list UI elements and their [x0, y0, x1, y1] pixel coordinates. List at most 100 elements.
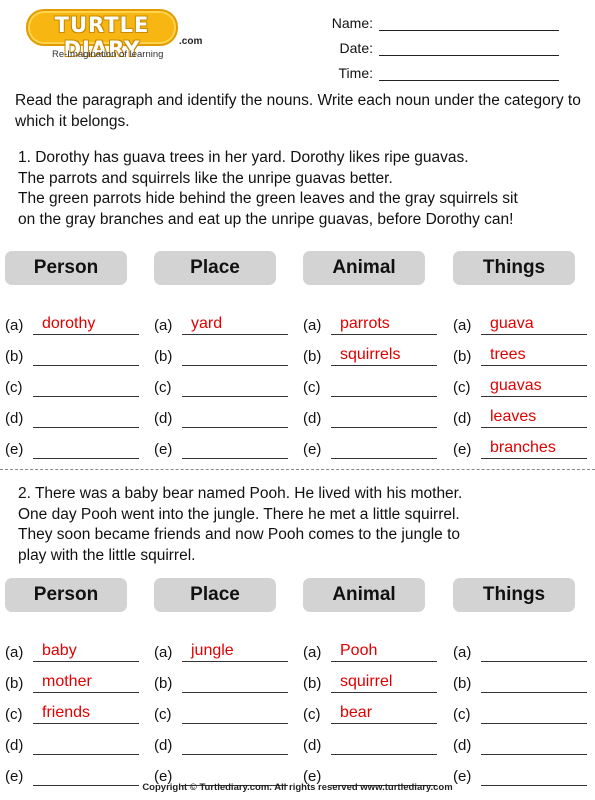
date-field[interactable]: [379, 40, 559, 56]
instructions: Read the paragraph and identify the noun…: [15, 92, 581, 130]
answer-row: (c): [154, 693, 294, 724]
answer-blank[interactable]: [481, 640, 587, 662]
answer-row: (a) dorothy: [5, 304, 145, 335]
answer-blank[interactable]: [182, 375, 288, 397]
answer-row: (b) trees: [453, 335, 593, 366]
name-label: Name:: [331, 15, 373, 31]
answer-row: (b): [5, 335, 145, 366]
answer-blank[interactable]: [182, 406, 288, 428]
answer-blank[interactable]: squirrels: [331, 344, 437, 366]
answer-row: (b): [154, 335, 294, 366]
answer-label: (e): [453, 441, 472, 458]
paragraph-1: 1. Dorothy has guava trees in her yard. …: [18, 148, 588, 230]
category-header: Things: [453, 251, 575, 285]
answer-row: (b): [453, 662, 593, 693]
answer-label: (b): [453, 348, 472, 365]
category-column-person: Person (a) dorothy (b) (c) (d) (e): [5, 251, 145, 459]
answer-text: mother: [42, 673, 92, 690]
answer-blank[interactable]: [331, 437, 437, 459]
answer-list: (a) jungle (b) (c) (d) (e): [154, 631, 294, 786]
answer-blank[interactable]: [481, 702, 587, 724]
answer-text: squirrels: [340, 346, 401, 363]
paragraph-line: The green parrots hide behind the green …: [18, 190, 518, 207]
answer-text: guavas: [490, 377, 542, 394]
answer-blank[interactable]: [182, 344, 288, 366]
answer-blank[interactable]: [481, 671, 587, 693]
answer-blank[interactable]: squirrel: [331, 671, 437, 693]
answer-blank[interactable]: leaves: [481, 406, 587, 428]
answer-row: (e) branches: [453, 428, 593, 459]
category-header: Animal: [303, 578, 425, 612]
answer-list: (a) parrots (b) squirrels (c) (d) (e): [303, 304, 443, 459]
answer-blank[interactable]: bear: [331, 702, 437, 724]
answer-row: (c) guavas: [453, 366, 593, 397]
answer-label: (c): [5, 379, 23, 396]
answer-label: (c): [453, 379, 471, 396]
answer-blank[interactable]: [481, 733, 587, 755]
answer-blank[interactable]: mother: [33, 671, 139, 693]
answer-label: (a): [303, 317, 322, 334]
answer-blank[interactable]: Pooh: [331, 640, 437, 662]
category-column-place: Place (a) yard (b) (c) (d) (e): [154, 251, 294, 459]
answer-blank[interactable]: [182, 671, 288, 693]
answer-label: (d): [303, 410, 322, 427]
category-header: Person: [5, 251, 127, 285]
answer-row: (c): [303, 366, 443, 397]
answer-blank[interactable]: [331, 733, 437, 755]
answer-row: (c) bear: [303, 693, 443, 724]
answer-blank[interactable]: [33, 437, 139, 459]
answer-label: (c): [154, 706, 172, 723]
answer-text: Pooh: [340, 642, 378, 659]
answer-label: (c): [5, 706, 23, 723]
answer-blank[interactable]: jungle: [182, 640, 288, 662]
answer-list: (a) yard (b) (c) (d) (e): [154, 304, 294, 459]
name-field[interactable]: [379, 15, 559, 31]
answer-list: (a) (b) (c) (d) (e): [453, 631, 593, 786]
answer-row: (a): [453, 631, 593, 662]
answer-blank[interactable]: friends: [33, 702, 139, 724]
answer-label: (b): [154, 675, 173, 692]
paragraph-line: One day Pooh went into the jungle. There…: [18, 505, 460, 523]
answer-blank[interactable]: branches: [481, 437, 587, 459]
answer-row: (e): [154, 428, 294, 459]
category-column-place: Place (a) jungle (b) (c) (d) (e): [154, 578, 294, 786]
answer-text: jungle: [191, 642, 234, 659]
answer-blank[interactable]: [331, 375, 437, 397]
paragraph-line: They soon became friends and now Pooh co…: [18, 526, 461, 543]
category-header: Animal: [303, 251, 425, 285]
category-header: Place: [154, 251, 276, 285]
paragraph-line: 2. There was a baby bear named Pooh. He …: [18, 485, 463, 502]
category-header: Person: [5, 578, 127, 612]
answer-blank[interactable]: guavas: [481, 375, 587, 397]
answer-label: (b): [303, 348, 322, 365]
answer-label: (b): [5, 675, 24, 692]
paragraph-2: 2. There was a baby bear named Pooh. He …: [18, 484, 588, 566]
answer-label: (e): [5, 441, 24, 458]
answer-blank[interactable]: parrots: [331, 313, 437, 335]
answer-blank[interactable]: trees: [481, 344, 587, 366]
answer-row: (d): [303, 397, 443, 428]
answer-blank[interactable]: [33, 733, 139, 755]
answer-blank[interactable]: guava: [481, 313, 587, 335]
answer-label: (c): [303, 706, 321, 723]
answer-blank[interactable]: [182, 733, 288, 755]
answer-row: (c): [453, 693, 593, 724]
answer-row: (d): [453, 724, 593, 755]
answer-blank[interactable]: baby: [33, 640, 139, 662]
answer-blank[interactable]: yard: [182, 313, 288, 335]
answer-blank[interactable]: [182, 437, 288, 459]
answer-blank[interactable]: [182, 702, 288, 724]
answer-blank[interactable]: [33, 344, 139, 366]
paragraph-line: on the gray branches and eat up the unri…: [18, 210, 514, 228]
time-row: Time:: [332, 56, 559, 81]
time-field[interactable]: [379, 65, 559, 81]
date-row: Date:: [332, 31, 559, 56]
answer-blank[interactable]: [33, 406, 139, 428]
answer-row: (c): [5, 366, 145, 397]
answer-blank[interactable]: [33, 375, 139, 397]
answer-label: (b): [303, 675, 322, 692]
paragraph-line: The parrots and squirrels like the unrip…: [18, 169, 393, 187]
answer-text: parrots: [340, 315, 390, 332]
answer-blank[interactable]: dorothy: [33, 313, 139, 335]
answer-blank[interactable]: [331, 406, 437, 428]
